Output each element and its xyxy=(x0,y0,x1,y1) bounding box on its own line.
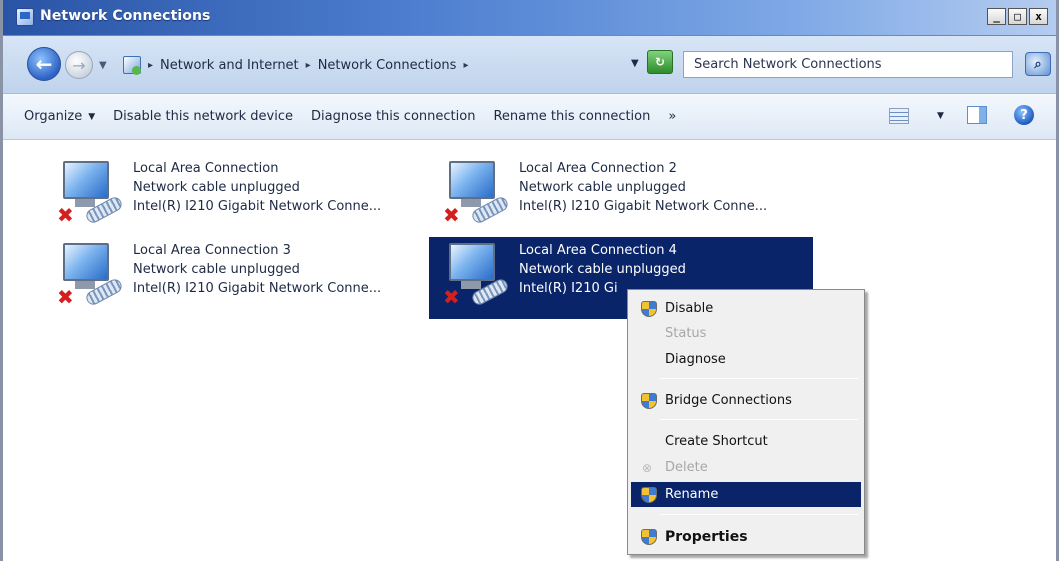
connection-status: Network cable unplugged xyxy=(133,180,300,195)
disconnected-x-icon: ✖ xyxy=(57,203,74,227)
menu-item-label: Bridge Connections xyxy=(665,393,792,408)
network-adapter-icon: ✖ xyxy=(53,161,125,227)
breadcrumb-network-and-internet[interactable]: Network and Internet xyxy=(160,58,299,73)
connection-device: Intel(R) I210 Gigabit Network Conne... xyxy=(133,281,382,296)
connection-name: Local Area Connection 3 xyxy=(133,243,291,258)
list-item[interactable]: ✖ Local Area Connection 3 Network cable … xyxy=(45,239,429,319)
breadcrumb-chevron-icon[interactable]: ▸ xyxy=(306,60,311,71)
view-options-chevron-icon[interactable]: ▼ xyxy=(937,111,944,121)
minimize-button[interactable]: _ xyxy=(987,8,1006,25)
window-title: Network Connections xyxy=(40,8,211,24)
shield-icon xyxy=(641,487,657,503)
menu-item-label: Status xyxy=(665,326,707,341)
breadcrumb-chevron-icon[interactable]: ▸ xyxy=(148,60,153,71)
network-adapter-icon: ✖ xyxy=(439,161,511,227)
disable-device-button[interactable]: Disable this network device xyxy=(104,103,302,130)
menu-item-label: Properties xyxy=(665,528,748,545)
control-panel-icon xyxy=(123,56,141,75)
menu-item-label: Disable xyxy=(665,301,714,316)
menu-item-label: Delete xyxy=(665,460,708,475)
command-bar: Organize ▼ Disable this network device D… xyxy=(3,94,1056,140)
menu-item-diagnose[interactable]: Diagnose xyxy=(631,347,861,372)
connection-name: Local Area Connection 2 xyxy=(519,161,677,176)
help-icon[interactable]: ? xyxy=(1014,105,1034,125)
organize-button[interactable]: Organize ▼ xyxy=(15,103,104,130)
menu-separator xyxy=(660,419,858,420)
menu-item-label: Create Shortcut xyxy=(665,434,768,449)
connection-device: Intel(R) I210 Gigabit Network Conne... xyxy=(519,199,768,214)
connection-name: Local Area Connection xyxy=(133,161,279,176)
search-input[interactable]: Search Network Connections xyxy=(683,51,1013,78)
network-connections-window: Network Connections _ □ x ← → ▼ ▸ Networ… xyxy=(0,0,1059,561)
list-item[interactable]: ✖ Local Area Connection 2 Network cable … xyxy=(431,157,815,237)
connection-status: Network cable unplugged xyxy=(519,180,686,195)
preview-pane-icon[interactable] xyxy=(967,106,987,124)
menu-item-label: Diagnose xyxy=(665,352,726,367)
connection-name: Local Area Connection 4 xyxy=(519,243,677,258)
menu-item-disable[interactable]: Disable xyxy=(631,296,861,321)
search-icon[interactable]: ⌕ xyxy=(1025,52,1051,76)
menu-item-properties[interactable]: Properties xyxy=(631,524,861,549)
network-adapter-icon: ✖ xyxy=(53,243,125,309)
close-button[interactable]: x xyxy=(1029,8,1048,25)
recent-pages-chevron-icon[interactable]: ▼ xyxy=(99,60,107,71)
network-adapter-icon: ✖ xyxy=(439,243,511,309)
connection-status: Network cable unplugged xyxy=(519,262,686,277)
disconnected-x-icon: ✖ xyxy=(443,203,460,227)
maximize-button[interactable]: □ xyxy=(1008,8,1027,25)
disconnected-x-icon: ✖ xyxy=(57,285,74,309)
connection-status: Network cable unplugged xyxy=(133,262,300,277)
window-controls: _ □ x xyxy=(987,8,1048,25)
menu-item-create-shortcut[interactable]: Create Shortcut xyxy=(631,429,861,454)
menu-item-bridge-connections[interactable]: Bridge Connections xyxy=(631,388,861,413)
delete-icon: ⊗ xyxy=(642,461,653,475)
organize-label: Organize xyxy=(24,109,83,124)
disconnected-x-icon: ✖ xyxy=(443,285,460,309)
menu-item-delete[interactable]: ⊗ Delete xyxy=(631,455,861,480)
rename-connection-button[interactable]: Rename this connection xyxy=(484,103,659,130)
list-item[interactable]: ✖ Local Area Connection Network cable un… xyxy=(45,157,429,237)
breadcrumb-network-connections[interactable]: Network Connections xyxy=(318,58,457,73)
connections-list: ✖ Local Area Connection Network cable un… xyxy=(3,141,1056,561)
more-commands-button[interactable]: » xyxy=(659,103,685,130)
breadcrumb[interactable]: ▸ Network and Internet ▸ Network Connect… xyxy=(116,52,677,78)
shield-icon xyxy=(641,529,657,545)
chevron-down-icon: ▼ xyxy=(88,111,96,122)
refresh-icon[interactable]: ↻ xyxy=(647,50,673,74)
menu-separator xyxy=(660,378,858,379)
back-arrow-icon[interactable]: ← xyxy=(27,47,61,81)
menu-item-status[interactable]: Status xyxy=(631,321,861,346)
shield-icon xyxy=(641,301,657,317)
forward-arrow-icon[interactable]: → xyxy=(65,51,93,79)
breadcrumb-chevron-icon[interactable]: ▸ xyxy=(463,60,468,71)
change-view-icon[interactable] xyxy=(889,108,909,124)
address-bar: ← → ▼ ▸ Network and Internet ▸ Network C… xyxy=(3,36,1056,94)
diagnose-connection-button[interactable]: Diagnose this connection xyxy=(302,103,484,130)
shield-icon xyxy=(641,393,657,409)
address-dropdown-icon[interactable]: ▼ xyxy=(631,58,639,69)
menu-item-rename[interactable]: Rename xyxy=(631,482,861,507)
menu-separator xyxy=(660,514,858,515)
title-bar[interactable]: Network Connections _ □ x xyxy=(3,0,1056,36)
network-connections-icon xyxy=(16,8,34,26)
menu-item-label: Rename xyxy=(665,487,719,502)
context-menu: Disable Status Diagnose Bridge Connectio… xyxy=(627,289,865,555)
connection-device: Intel(R) I210 Gigabit Network Conne... xyxy=(133,199,382,214)
